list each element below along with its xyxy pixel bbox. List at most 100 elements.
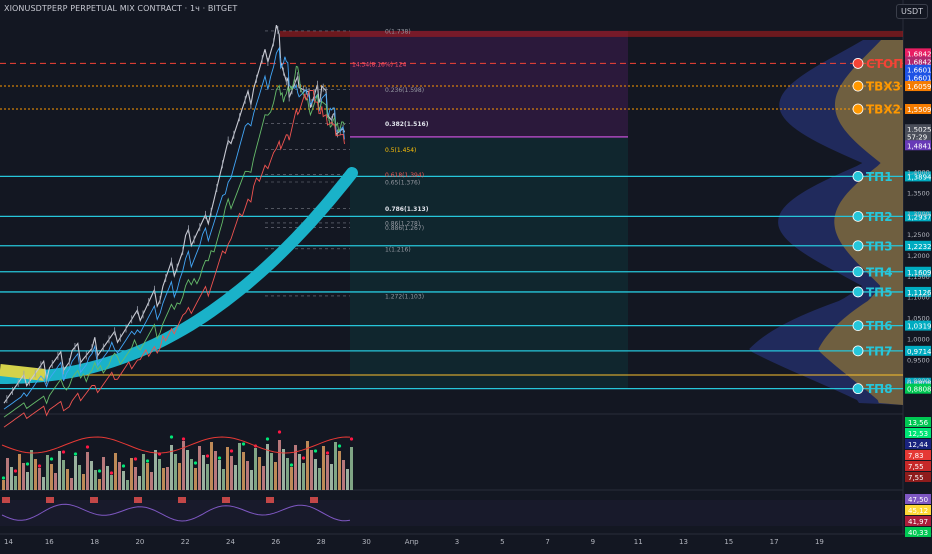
chart-root[interactable]: 14.34(8.16%) 124 0(1.738) 0.236(1.598) 0.38… xyxy=(0,0,932,550)
oscillator-bar xyxy=(226,447,229,490)
x-tick-label: Апр xyxy=(405,538,419,546)
oscillator-dot xyxy=(121,464,126,468)
oscillator-bar xyxy=(42,477,45,490)
oscillator-badge: 41,97 xyxy=(905,516,931,526)
oscillator-bar xyxy=(54,473,57,490)
oscillator-bar xyxy=(186,450,189,490)
price-badge-text: 0,9714 xyxy=(907,348,932,356)
y-tick-label: 1,3000 xyxy=(907,210,930,218)
oscillator-bar xyxy=(234,465,237,490)
oscillator-bar xyxy=(162,468,165,490)
oscillator-dot xyxy=(61,450,66,454)
fib-label: 0.382(1.516) xyxy=(385,121,429,128)
level-name: ТП5 xyxy=(866,285,893,299)
oscillator-bar xyxy=(146,463,149,490)
oscillator-bar xyxy=(22,463,25,490)
currency-unit-button[interactable]: USDT xyxy=(896,4,928,19)
oscillator-badge: 7,55 xyxy=(905,461,931,471)
level-icon xyxy=(852,103,864,115)
y-tick-label: 0,9500 xyxy=(907,356,930,364)
rsi-signal xyxy=(178,497,186,503)
price-badge: 57:29 xyxy=(905,131,931,142)
oscillator-bar xyxy=(166,467,169,490)
oscillator-bar xyxy=(150,472,153,490)
level-icon xyxy=(852,320,864,331)
oscillator-dot xyxy=(181,437,186,441)
oscillator-bar xyxy=(74,456,77,490)
price-badge-text: 1,6059 xyxy=(907,83,932,91)
price-badge-text: 1,4841 xyxy=(907,142,932,150)
oscillator-bar xyxy=(274,462,277,490)
fib-label: 0.618(1.394) xyxy=(385,172,424,179)
oscillator-bar xyxy=(50,464,53,490)
x-tick-label: 17 xyxy=(770,538,779,546)
oscillator-bar xyxy=(250,470,253,490)
chart-svg[interactable]: 14.34(8.16%) 124 0(1.738) 0.236(1.598) 0.38… xyxy=(0,0,932,550)
oscillator-bar xyxy=(90,461,93,490)
x-tick-label: 20 xyxy=(135,538,144,546)
fib-label: 0.786(1.313) xyxy=(385,206,429,213)
y-tick-label: 1,2000 xyxy=(907,252,930,260)
oscillator-bar xyxy=(206,464,209,490)
oscillator-dot xyxy=(265,437,270,441)
oscillator-dot xyxy=(217,456,222,460)
oscillator-dot xyxy=(277,430,282,434)
level-icon xyxy=(852,286,864,298)
oscillator-bar xyxy=(238,443,241,490)
oscillator-bar xyxy=(154,450,157,490)
oscillator-bar xyxy=(262,466,265,490)
oscillator-bar xyxy=(46,455,49,490)
oscillator-bar xyxy=(242,452,245,490)
oscillator-bar xyxy=(98,479,101,490)
oscillator-bar xyxy=(2,480,5,490)
oscillator-bar xyxy=(298,454,301,490)
level-name: ТП1 xyxy=(866,170,893,184)
oscillator-bar xyxy=(118,462,121,490)
oscillator-bar xyxy=(190,459,193,490)
oscillator-bar xyxy=(334,442,337,490)
oscillator-bar xyxy=(62,460,65,490)
fib-label: 0.65(1.376) xyxy=(385,179,420,186)
oscillator-bar xyxy=(82,474,85,490)
oscillator-bar xyxy=(158,459,161,490)
y-tick-label: 0,9000 xyxy=(907,377,930,385)
oscillator-bar xyxy=(34,459,37,490)
oscillator-dot xyxy=(1,476,6,480)
oscillator-bar xyxy=(174,454,177,490)
oscillator-bar xyxy=(58,451,61,490)
oscillator-bar xyxy=(222,469,225,490)
oscillator-bar xyxy=(114,453,117,490)
oscillator-bar xyxy=(18,454,21,490)
oscillator-bar xyxy=(142,454,145,490)
level-icon xyxy=(852,266,864,278)
price-badge: 0,8808 xyxy=(905,383,932,394)
price-badge-text: 1,5509 xyxy=(907,106,932,114)
oscillator-badge-text: 12,44 xyxy=(908,441,929,449)
oscillator-bar xyxy=(134,467,137,490)
oscillator-bar xyxy=(338,451,341,490)
oscillator-badge-text: 7,83 xyxy=(908,452,924,460)
rsi-signal xyxy=(90,497,98,503)
oscillator-bar xyxy=(10,467,13,490)
oscillator-dot xyxy=(49,457,54,461)
level-name: ТВХ2 xyxy=(866,103,901,117)
oscillator-badge-text: 13,56 xyxy=(908,419,929,427)
level-icon xyxy=(852,80,864,92)
oscillator-bar xyxy=(258,457,261,490)
oscillator-dot xyxy=(205,454,210,458)
price-badge: 1,2232 xyxy=(905,240,932,251)
oscillator-dot xyxy=(25,462,30,466)
oscillator-bar xyxy=(94,470,97,490)
oscillator-bar xyxy=(246,461,249,490)
oscillator-bar xyxy=(66,469,69,490)
oscillator-badge: 7,83 xyxy=(905,450,931,460)
level-name: ТП2 xyxy=(866,210,893,224)
level-name: СТОП xyxy=(866,57,903,71)
price-badge-text: 1,2232 xyxy=(907,243,932,251)
fib-label: 1.272(1.103) xyxy=(385,293,424,300)
rsi-signal xyxy=(222,497,230,503)
oscillator-bar xyxy=(254,448,257,490)
rsi-signal xyxy=(310,497,318,503)
oscillator-badge-text: 41,97 xyxy=(908,518,928,526)
oscillator-bar xyxy=(70,478,73,490)
